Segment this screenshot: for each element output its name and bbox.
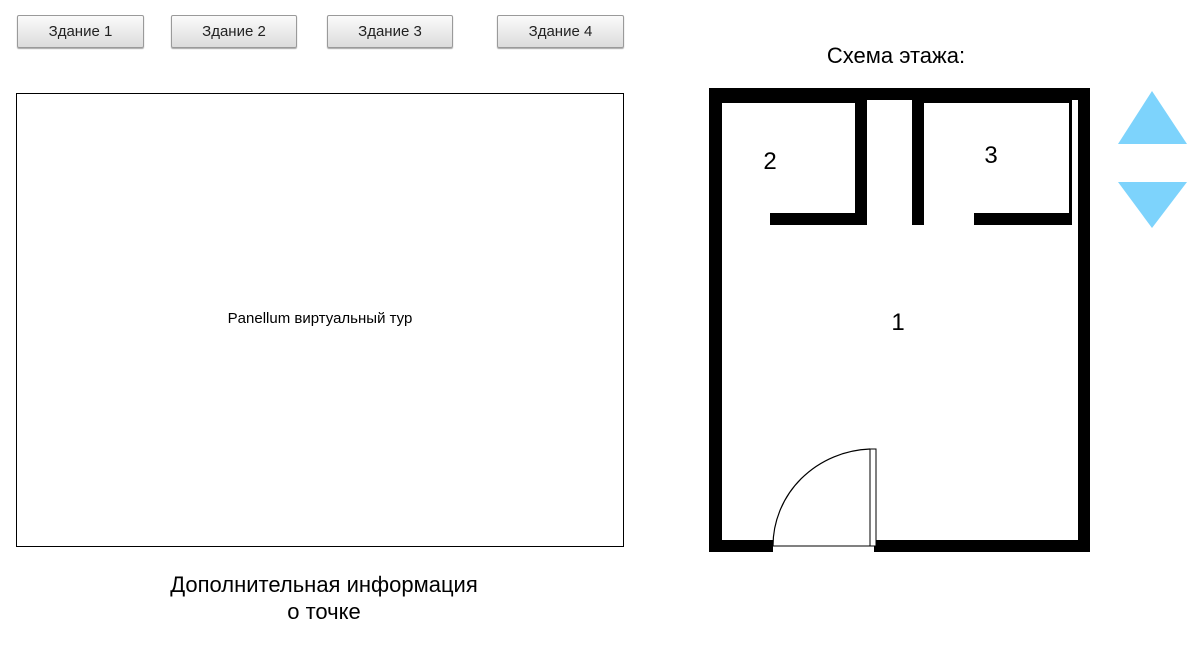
wall-right [1078,88,1090,552]
panorama-viewer[interactable]: Panellum виртуальный тур [16,93,624,547]
wall-left [709,88,722,552]
door-opening [773,539,874,553]
floor-down-icon[interactable] [1118,182,1187,228]
room-3-wall-bottom [974,213,1072,225]
wall-inner-line [1069,100,1072,225]
building-4-button[interactable]: Здание 4 [497,15,624,48]
wall-top [709,88,1090,100]
room-2-wall [855,100,867,225]
floor-plan-title: Схема этажа: [826,43,966,68]
room-2-wall-bottom [770,213,867,225]
room-1-label: 1 [891,309,904,336]
panorama-viewer-label: Panellum виртуальный тур [227,309,413,327]
building-3-button[interactable]: Здание 3 [327,15,453,48]
point-info: Дополнительная информация о точке [124,571,524,625]
door-swing-arc [772,448,871,547]
point-info-line-2: о точке [287,599,361,624]
building-2-button[interactable]: Здание 2 [171,15,297,48]
wall-bottom [709,540,1090,552]
room-3-wall [912,100,924,225]
building-1-button[interactable]: Здание 1 [17,15,144,48]
floor-up-icon[interactable] [1118,91,1187,144]
room-2-top-line [722,100,867,103]
point-info-line-1: Дополнительная информация [170,572,478,597]
door-leaf[interactable] [869,448,877,547]
room-3-top-line [912,100,1069,103]
room-3-label: 3 [984,142,997,169]
room-2-label: 2 [763,148,776,175]
